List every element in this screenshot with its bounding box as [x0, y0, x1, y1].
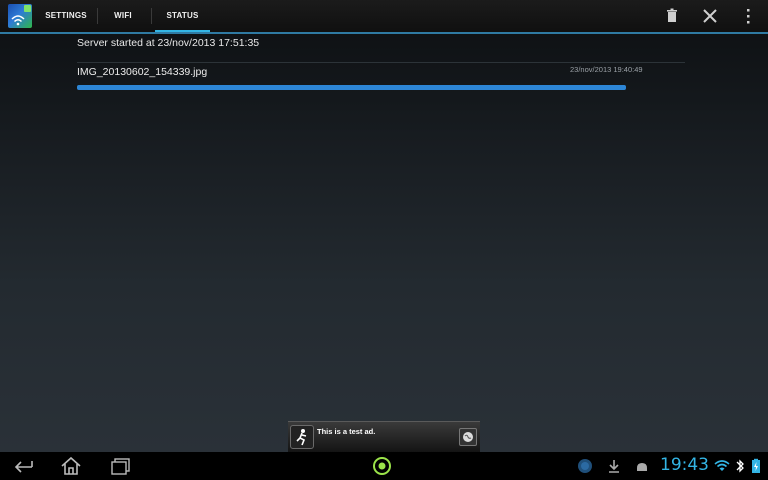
overflow-menu-button[interactable] — [736, 4, 760, 28]
ad-runner-icon — [290, 425, 314, 449]
transfer-file-name: IMG_20130602_154339.jpg — [77, 66, 208, 78]
tab-wifi-label: WIFI — [114, 11, 132, 20]
notification-app-icon — [578, 459, 592, 473]
delete-button[interactable] — [660, 4, 684, 28]
system-clock: 19:43 — [660, 455, 709, 475]
tab-wifi[interactable]: WIFI — [100, 0, 146, 32]
close-icon — [703, 9, 717, 23]
tab-separator — [151, 8, 152, 24]
stop-button[interactable] — [698, 4, 722, 28]
globe-icon[interactable] — [459, 428, 477, 446]
tab-status-label: STATUS — [166, 11, 199, 20]
back-icon[interactable] — [12, 455, 36, 477]
ad-text: This is a test ad. — [317, 427, 376, 436]
divider — [77, 62, 685, 63]
home-icon[interactable] — [59, 455, 83, 477]
android-debug-icon — [637, 463, 647, 471]
tab-settings-label: SETTINGS — [45, 11, 87, 20]
app-launcher-icon[interactable] — [372, 456, 392, 476]
trash-icon — [667, 8, 677, 22]
tab-separator — [97, 8, 98, 24]
bluetooth-icon — [736, 459, 744, 473]
transfer-timestamp: 23/nov/2013 19:40:49 — [570, 65, 643, 74]
tab-settings[interactable]: SETTINGS — [36, 0, 96, 32]
download-icon — [609, 460, 619, 473]
recent-apps-icon[interactable] — [108, 455, 132, 477]
battery-icon — [752, 458, 760, 473]
status-panel: Server started at 23/nov/2013 17:51:35 I… — [0, 34, 768, 452]
app-badge — [24, 5, 31, 12]
tab-status[interactable]: STATUS — [155, 0, 210, 33]
overflow-menu-icon — [747, 9, 750, 24]
transfer-progress-bar — [77, 85, 626, 90]
transfer-progress-fill — [77, 85, 626, 90]
ad-banner[interactable]: This is a test ad. — [288, 421, 480, 452]
server-status-text: Server started at 23/nov/2013 17:51:35 — [77, 37, 260, 49]
app-icon[interactable] — [8, 4, 32, 28]
action-bar: SETTINGS WIFI STATUS — [0, 0, 768, 33]
wifi-signal-icon — [714, 460, 730, 471]
wifi-icon — [11, 15, 25, 26]
system-bar: 19:43 — [0, 452, 768, 480]
